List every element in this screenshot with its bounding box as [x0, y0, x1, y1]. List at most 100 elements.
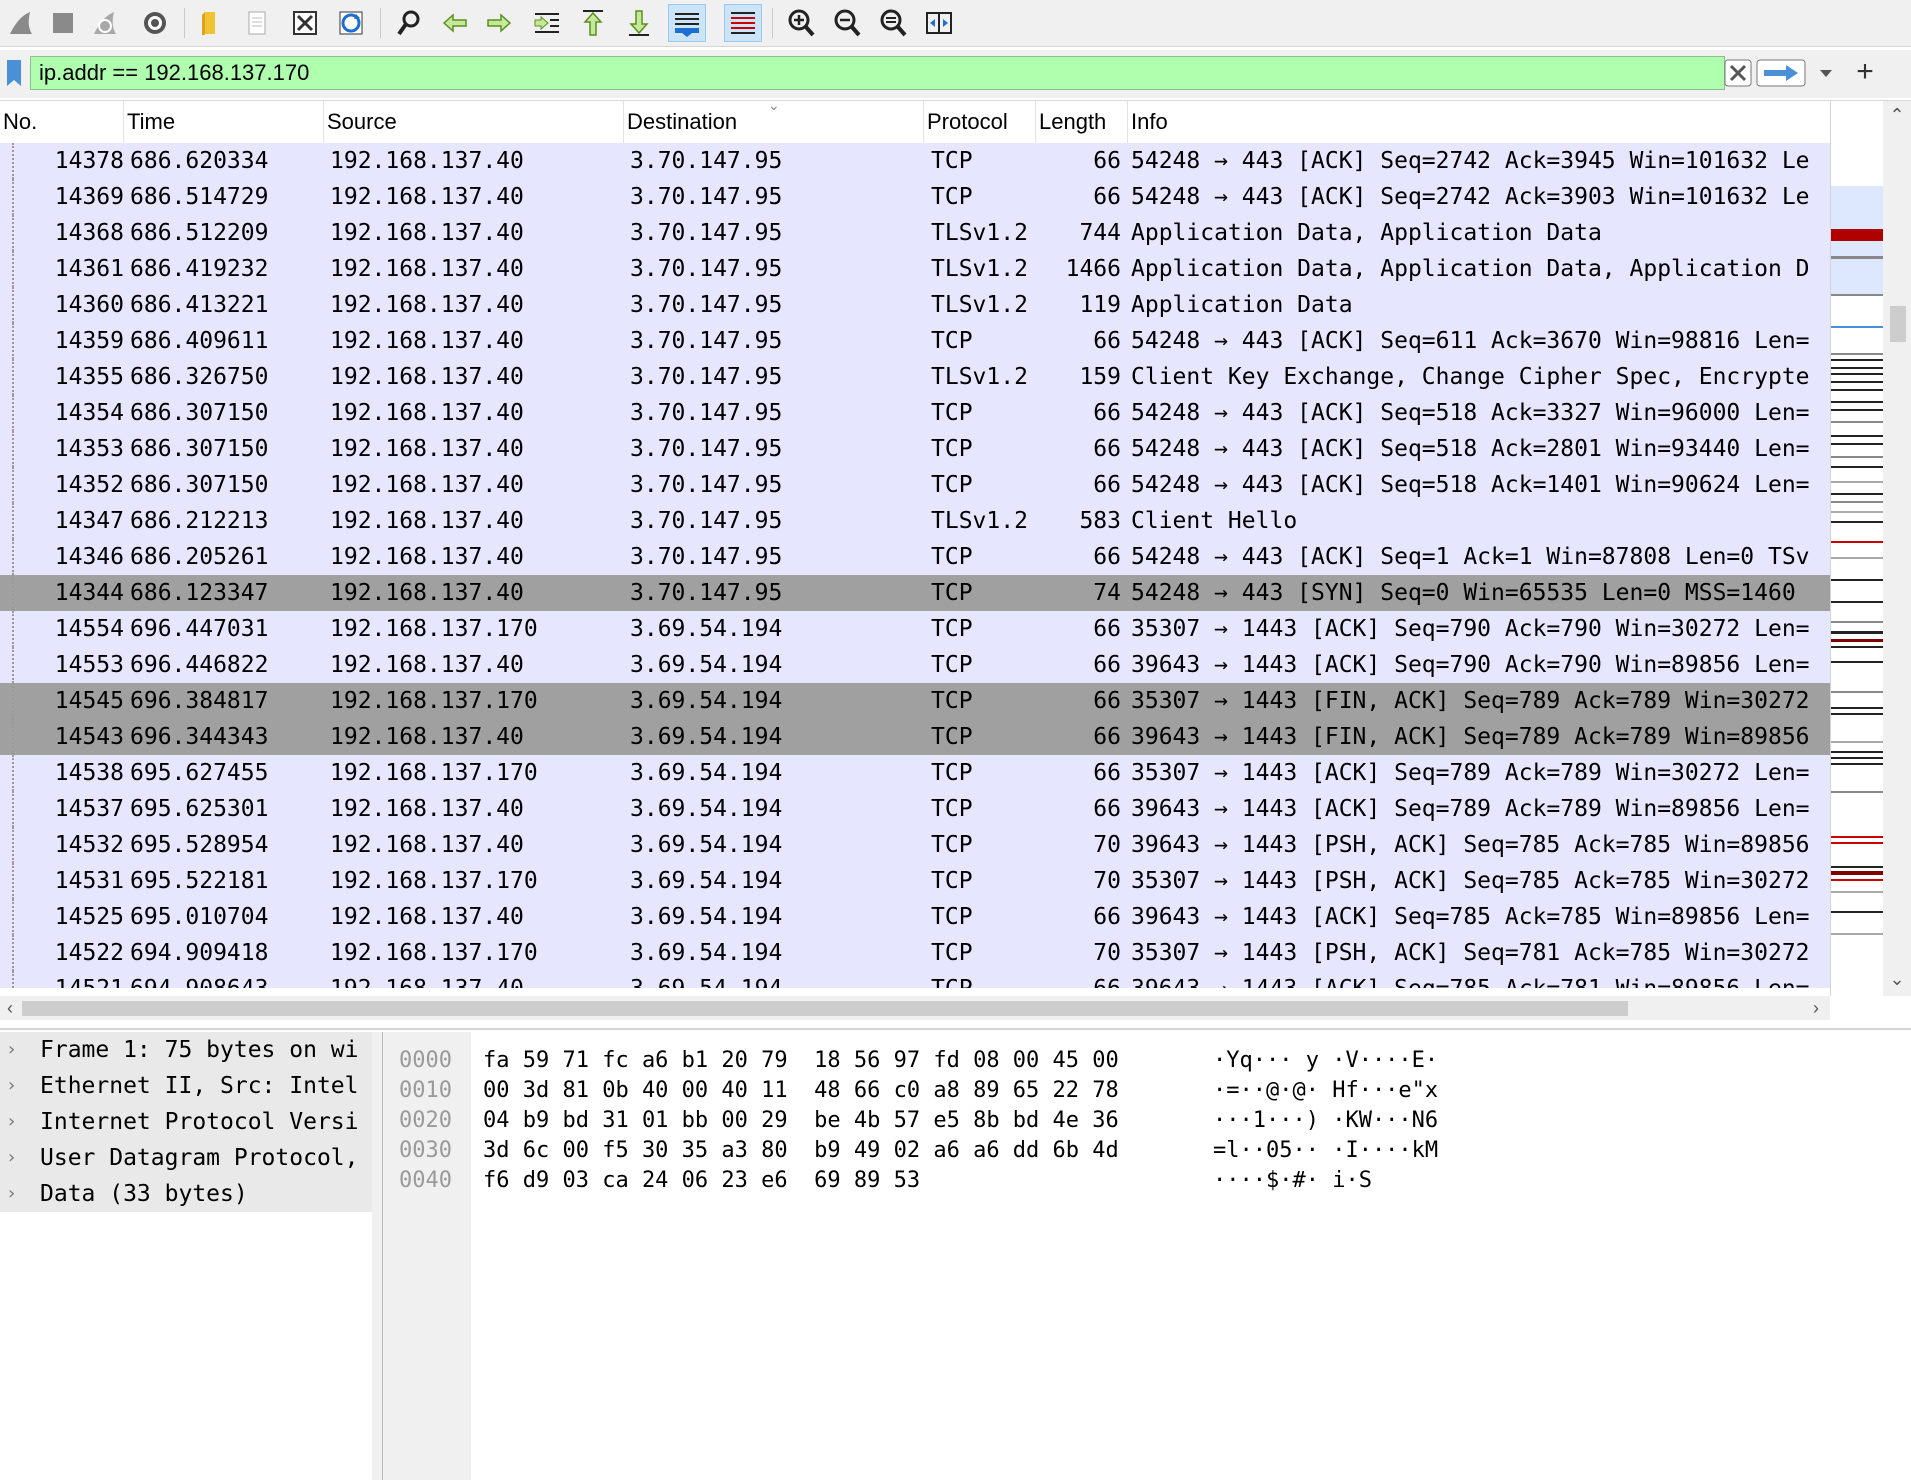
packet-length: 744: [1079, 220, 1121, 246]
packet-no: 14355: [54, 364, 124, 390]
packet-row[interactable]: 14353 686.307150 192.168.137.40 3.70.147.95…: [0, 431, 1830, 467]
chevron-right-icon[interactable]: ›: [8, 1104, 24, 1140]
packet-time: 686.409611: [130, 328, 269, 354]
open-file-button[interactable]: [192, 4, 230, 42]
packet-row[interactable]: 14525 695.010704 192.168.137.40 3.69.54.194…: [0, 899, 1830, 935]
auto-scroll-button[interactable]: [668, 4, 706, 42]
apply-filter-arrow-icon[interactable]: [1756, 59, 1806, 87]
close-file-button[interactable]: [286, 4, 324, 42]
go-to-last-packet-button[interactable]: [620, 4, 658, 42]
start-capture-button[interactable]: [2, 4, 40, 42]
stop-capture-button[interactable]: [44, 4, 82, 42]
go-back-button[interactable]: [436, 4, 474, 42]
filter-bookmark-icon[interactable]: [4, 58, 24, 88]
zoom-in-button[interactable]: [782, 4, 820, 42]
packet-protocol: TCP: [931, 971, 1041, 988]
details-bytes-splitter[interactable]: [372, 1032, 383, 1480]
display-filter-input[interactable]: [30, 56, 1725, 90]
pane-splitter[interactable]: [0, 1028, 1911, 1030]
open-file-icon: [202, 12, 215, 35]
find-packet-button[interactable]: [390, 4, 428, 42]
capture-options-button[interactable]: [136, 4, 174, 42]
packet-info: 35307 → 1443 [FIN, ACK] Seq=789 Ack=789 …: [1131, 688, 1810, 714]
packet-minimap[interactable]: [1830, 101, 1883, 996]
packet-row[interactable]: 14354 686.307150 192.168.137.40 3.70.147.95…: [0, 395, 1830, 431]
packet-destination: 3.69.54.194: [630, 904, 783, 930]
column-header-time[interactable]: Time: [124, 101, 324, 143]
packet-row[interactable]: 14359 686.409611 192.168.137.40 3.70.147.95…: [0, 323, 1830, 359]
colorize-button[interactable]: [724, 4, 762, 42]
column-header-protocol[interactable]: Protocol: [924, 101, 1036, 143]
scroll-left-icon[interactable]: ‹: [0, 996, 20, 1020]
packet-destination: 3.70.147.95: [630, 328, 783, 354]
go-to-first-packet-button[interactable]: [574, 4, 612, 42]
chevron-right-icon[interactable]: ›: [8, 1032, 24, 1068]
byte-hex[interactable]: fa 59 71 fc a6 b1 20 79 18 56 97 fd 08 0…: [483, 1046, 1119, 1076]
column-header-source[interactable]: Source: [324, 101, 624, 143]
packet-list-horizontal-scrollbar[interactable]: ‹ ›: [0, 996, 1830, 1020]
byte-hex[interactable]: f6 d9 03 ca 24 06 23 e6 69 89 53: [483, 1166, 920, 1196]
chevron-right-icon[interactable]: ›: [8, 1068, 24, 1104]
packet-row[interactable]: 14378 686.620334 192.168.137.40 3.70.147.95…: [0, 143, 1830, 179]
byte-hex[interactable]: 04 b9 bd 31 01 bb 00 29 be 4b 57 e5 8b b…: [483, 1106, 1119, 1136]
horizontal-scroll-thumb[interactable]: [22, 1001, 1628, 1016]
packet-row[interactable]: 14361 686.419232 192.168.137.40 3.70.147.95…: [0, 251, 1830, 287]
packet-row[interactable]: 14532 695.528954 192.168.137.40 3.69.54.194…: [0, 827, 1830, 863]
packet-row[interactable]: 14352 686.307150 192.168.137.40 3.70.147.95…: [0, 467, 1830, 503]
packet-row[interactable]: 14344 686.123347 192.168.137.40 3.70.147.95…: [0, 575, 1830, 611]
save-file-button[interactable]: [238, 4, 276, 42]
byte-ascii[interactable]: ····$·#· i·S: [1213, 1166, 1372, 1196]
chevron-right-icon[interactable]: ›: [8, 1140, 24, 1176]
packet-info: Client Key Exchange, Change Cipher Spec,…: [1131, 364, 1810, 390]
packet-length: 66: [1093, 436, 1121, 462]
reload-file-button[interactable]: [332, 4, 370, 42]
packet-row[interactable]: 14522 694.909418 192.168.137.170 3.69.54.19…: [0, 935, 1830, 971]
normal-size-button[interactable]: [874, 4, 912, 42]
chevron-right-icon[interactable]: ›: [8, 1176, 24, 1212]
scroll-down-icon[interactable]: ⌄: [1887, 969, 1907, 989]
column-header-no[interactable]: No.: [0, 101, 124, 143]
byte-ascii[interactable]: ···1···) ·KW···N6: [1213, 1106, 1438, 1136]
byte-ascii[interactable]: =l··05·· ·I····kM: [1213, 1136, 1438, 1166]
packet-row[interactable]: 14554 696.447031 192.168.137.170 3.69.54.19…: [0, 611, 1830, 647]
packet-row[interactable]: 14360 686.413221 192.168.137.40 3.70.147.95…: [0, 287, 1830, 323]
packet-row[interactable]: 14355 686.326750 192.168.137.40 3.70.147.95…: [0, 359, 1830, 395]
byte-ascii[interactable]: ·Yq··· y ·V····E·: [1213, 1046, 1438, 1076]
byte-ascii[interactable]: ·=··@·@· Hf···e"x: [1213, 1076, 1438, 1106]
packet-list-vertical-scrollbar[interactable]: ⌃ ⌄: [1883, 101, 1911, 996]
column-header-info[interactable]: Info: [1128, 101, 1830, 143]
scroll-right-icon[interactable]: ›: [1806, 996, 1826, 1020]
packet-row[interactable]: 14537 695.625301 192.168.137.40 3.69.54.194…: [0, 791, 1830, 827]
restart-capture-button[interactable]: [86, 4, 124, 42]
packet-row[interactable]: 14369 686.514729 192.168.137.40 3.70.147.95…: [0, 179, 1830, 215]
clear-filter-icon[interactable]: [1724, 59, 1752, 87]
packet-row[interactable]: 14347 686.212213 192.168.137.40 3.70.147.95…: [0, 503, 1830, 539]
packet-row[interactable]: 14543 696.344343 192.168.137.40 3.69.54.194…: [0, 719, 1830, 755]
byte-hex[interactable]: 00 3d 81 0b 40 00 40 11 48 66 c0 a8 89 6…: [483, 1076, 1119, 1106]
add-filter-button[interactable]: +: [1850, 56, 1880, 90]
packet-row[interactable]: 14531 695.522181 192.168.137.170 3.69.54.19…: [0, 863, 1830, 899]
packet-source: 192.168.137.170: [330, 616, 538, 642]
packet-row[interactable]: 14538 695.627455 192.168.137.170 3.69.54.19…: [0, 755, 1830, 791]
go-forward-button[interactable]: [480, 4, 518, 42]
detail-tree-item[interactable]: › Internet Protocol Versi: [0, 1104, 372, 1140]
packet-row[interactable]: 14346 686.205261 192.168.137.40 3.70.147.95…: [0, 539, 1830, 575]
packet-row[interactable]: 14545 696.384817 192.168.137.170 3.69.54.19…: [0, 683, 1830, 719]
packet-row[interactable]: 14553 696.446822 192.168.137.40 3.69.54.194…: [0, 647, 1830, 683]
filter-history-chevron-down-icon[interactable]: [1812, 59, 1840, 87]
resize-columns-button[interactable]: [920, 4, 958, 42]
zoom-out-button[interactable]: [828, 4, 866, 42]
packet-row[interactable]: 14368 686.512209 192.168.137.40 3.70.147.95…: [0, 215, 1830, 251]
packet-source: 192.168.137.40: [330, 832, 524, 858]
go-to-packet-button[interactable]: [528, 4, 566, 42]
detail-tree-item[interactable]: › Frame 1: 75 bytes on wi: [0, 1032, 372, 1068]
detail-tree-item[interactable]: › Ethernet II, Src: Intel: [0, 1068, 372, 1104]
column-header-length[interactable]: Length: [1036, 101, 1128, 143]
scroll-up-icon[interactable]: ⌃: [1887, 105, 1907, 125]
packet-length: 119: [1079, 292, 1121, 318]
vertical-scroll-thumb[interactable]: [1890, 306, 1906, 342]
detail-tree-item[interactable]: › User Datagram Protocol,: [0, 1140, 372, 1176]
detail-tree-item[interactable]: › Data (33 bytes): [0, 1176, 372, 1212]
packet-row[interactable]: 14521 694.908643192.168.137.403.69.54.194…: [0, 971, 1830, 988]
byte-hex[interactable]: 3d 6c 00 f5 30 35 a3 80 b9 49 02 a6 a6 d…: [483, 1136, 1119, 1166]
